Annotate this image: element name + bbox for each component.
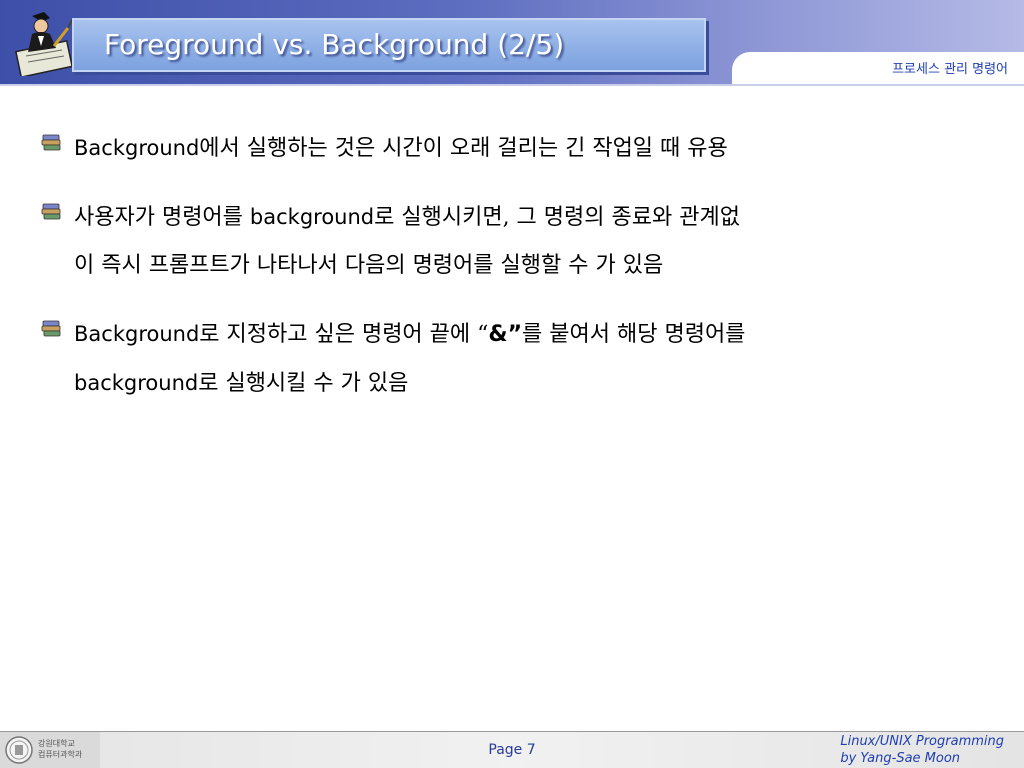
footer-logo-area: 강원대학교 컴퓨터과학과 [0,732,100,768]
page-title: Foreground vs. Background (2/5) [104,28,565,61]
bullet-keyword: Background [74,322,200,346]
university-name-line1: 강원대학교 [38,739,75,748]
bullet-keyword: background [249,205,375,229]
bullet-item-1: Background에서 실행하는 것은 시간이 오래 걸리는 긴 작업일 때 … [40,124,990,173]
bullet-keyword: Background [74,136,200,160]
bullet-text: Background로 지정하고 싶은 명령어 끝에 “&”를 붙여서 해당 명… [74,310,990,408]
book-stack-icon [41,203,61,220]
ampersand-symbol: &” [488,322,523,347]
bullet-text: 사용자가 명령어를 background로 실행시키면, 그 명령의 종료와 관… [74,193,990,290]
slide-content: Background에서 실행하는 것은 시간이 오래 걸리는 긴 작업일 때 … [40,124,990,428]
credit-course: Linux/UNIX Programming [840,734,1004,749]
bullet-body: 사용자가 명령어를 [74,205,250,230]
credit-author: by Yang-Sae Moon [840,751,961,766]
university-name-line2: 컴퓨터과학과 [38,750,83,759]
university-seal-icon [5,736,33,764]
bullet-body: 로 지정하고 싶은 명령어 끝에 “ [199,322,489,347]
person-writing-icon [14,12,74,76]
bullet-body: 를 붙여서 해당 명령어를 [522,322,746,347]
bullet-item-3: Background로 지정하고 싶은 명령어 끝에 “&”를 붙여서 해당 명… [40,310,990,408]
bullet-body: 로 실행시킬 수 가 있음 [198,371,409,396]
bullet-body: 에서 실행하는 것은 시간이 오래 걸리는 긴 작업일 때 유용 [199,136,728,161]
bullet-body: 이 즉시 프롬프트가 나타나서 다음의 명령어를 실행할 수 가 있음 [74,253,664,278]
course-credit: Linux/UNIX Programming by Yang-Sae Moon [840,733,1004,767]
bullet-item-2: 사용자가 명령어를 background로 실행시키면, 그 명령의 종료와 관… [40,193,990,290]
title-box: Foreground vs. Background (2/5) [72,18,706,72]
bullet-keyword: background [74,371,199,395]
page-number: Page 7 [488,742,536,758]
book-stack-icon [41,320,61,337]
header-divider [0,84,1024,86]
university-name: 강원대학교 컴퓨터과학과 [38,738,82,760]
section-label: 프로세스 관리 명령어 [892,62,1008,77]
bullet-body: 로 실행시키면, 그 명령의 종료와 관계없 [374,205,740,230]
bullet-text: Background에서 실행하는 것은 시간이 오래 걸리는 긴 작업일 때 … [74,124,990,173]
footer-bar: 강원대학교 컴퓨터과학과 Page 7 Linux/UNIX Programmi… [0,731,1024,768]
book-stack-icon [41,134,61,151]
